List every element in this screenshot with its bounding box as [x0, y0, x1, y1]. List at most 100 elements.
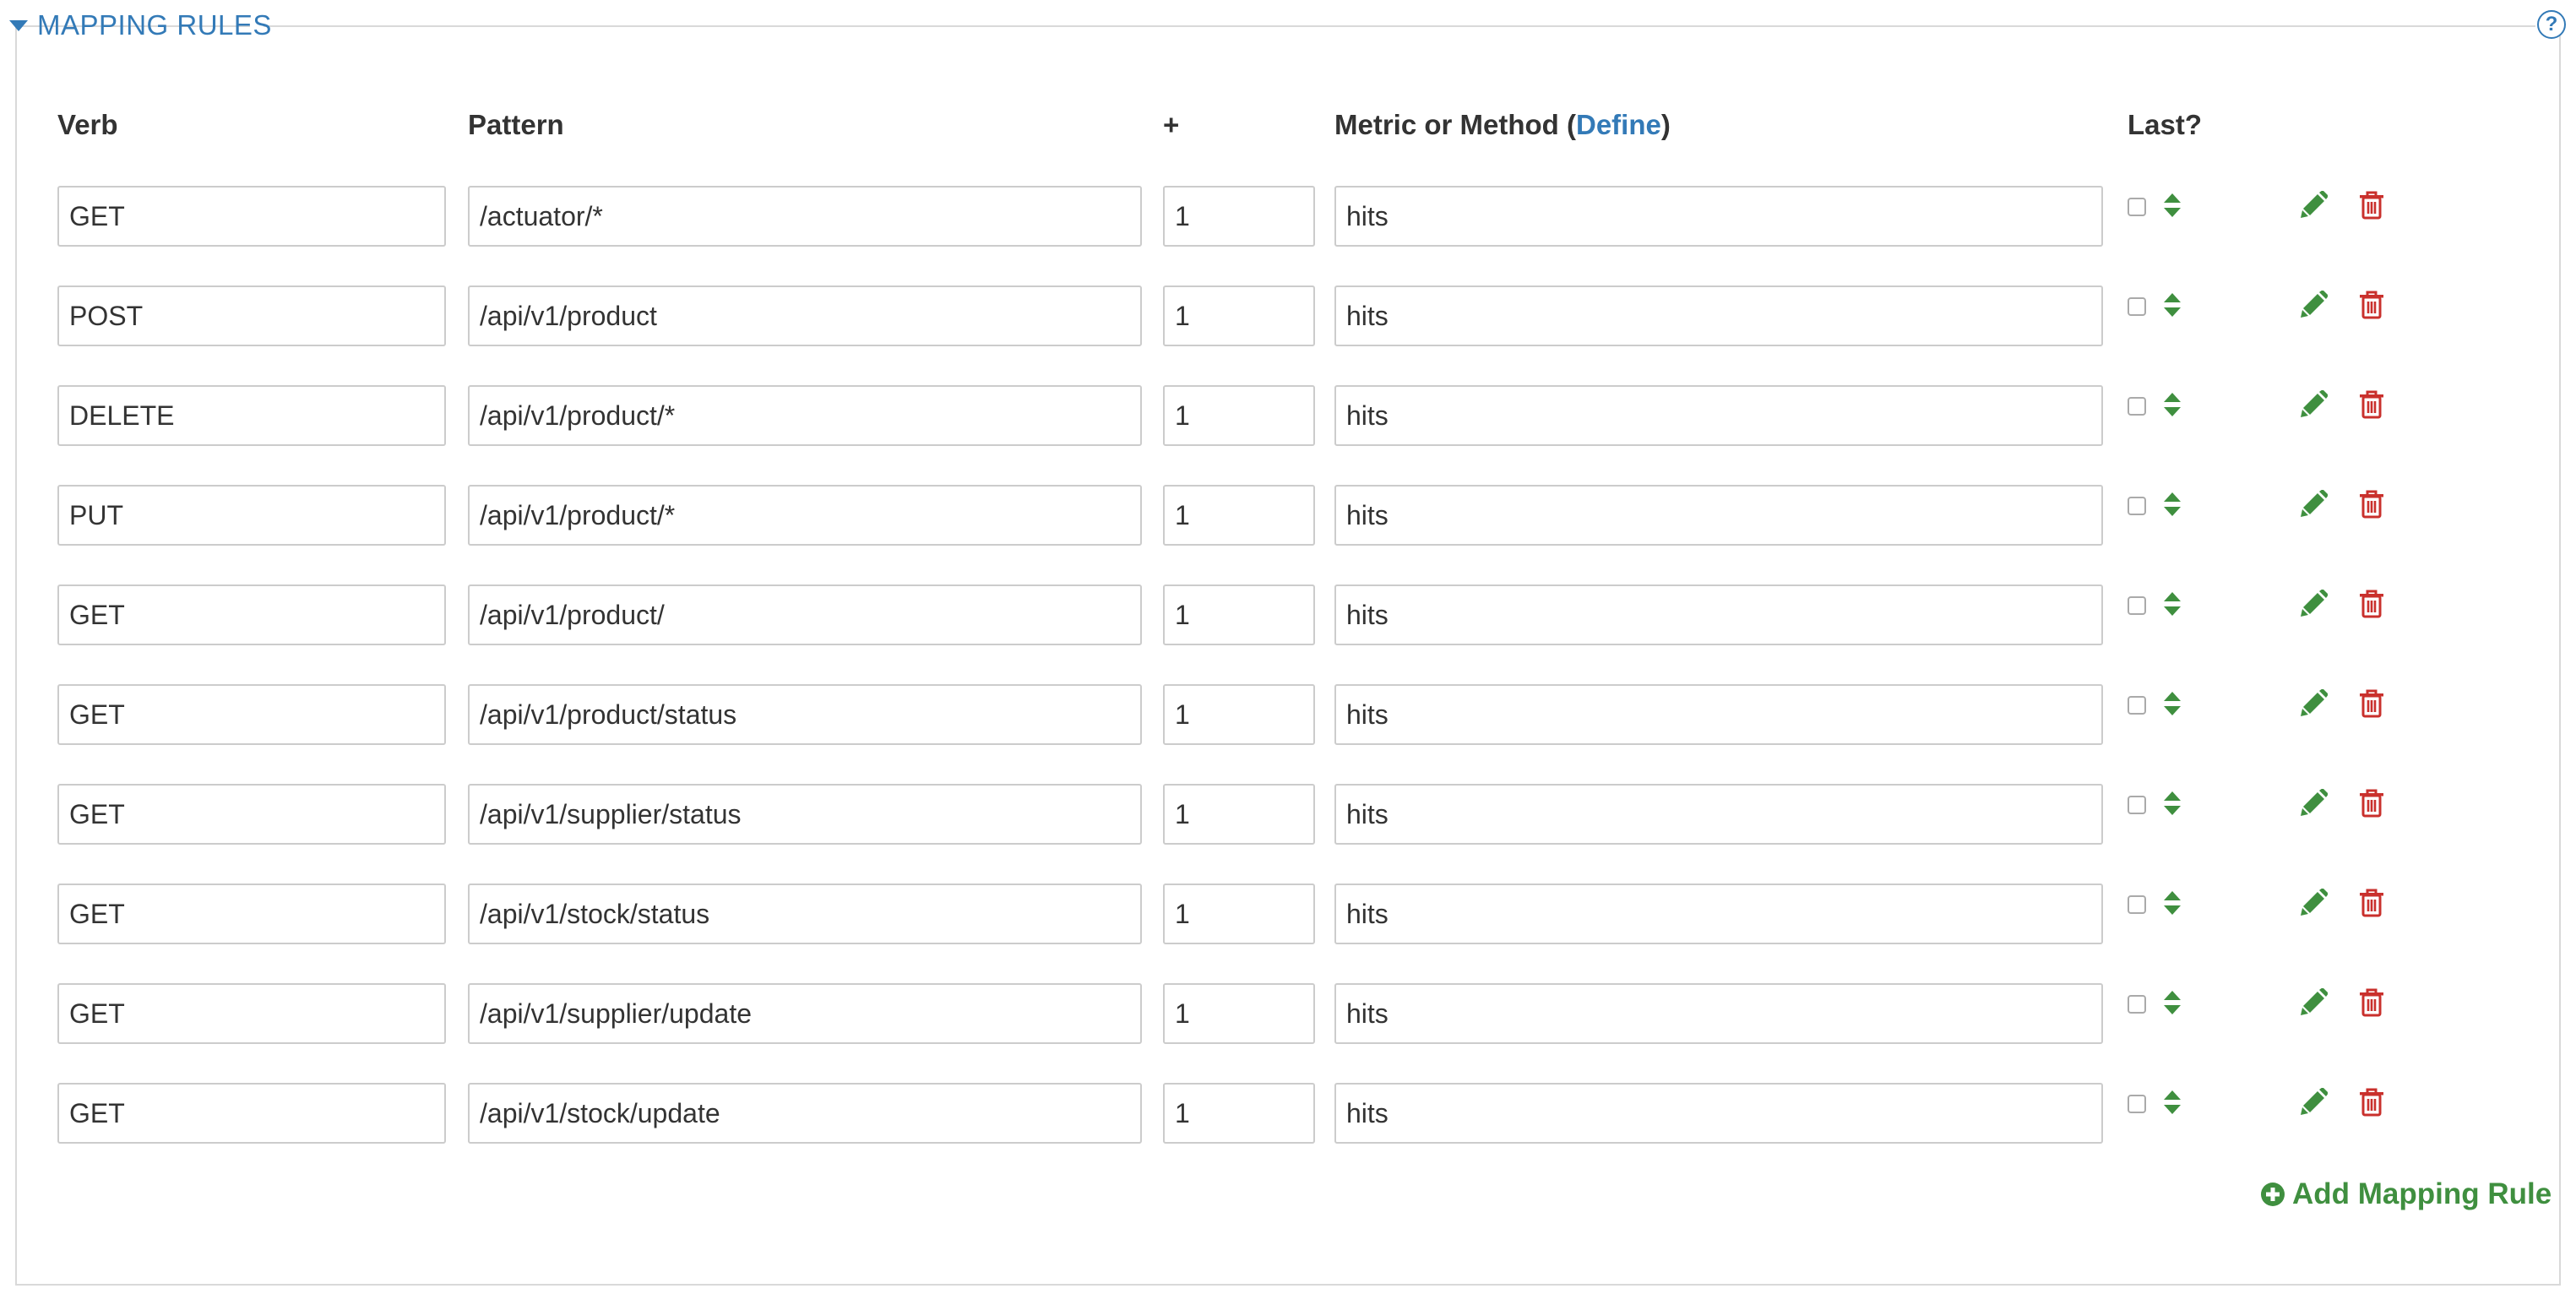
define-link[interactable]: Define: [1576, 109, 1661, 140]
delta-input[interactable]: [1163, 186, 1315, 247]
delta-input[interactable]: [1163, 485, 1315, 546]
metric-input[interactable]: [1334, 884, 2103, 944]
verb-input[interactable]: [57, 385, 446, 446]
pattern-input[interactable]: [468, 784, 1142, 845]
pencil-icon[interactable]: [2299, 1088, 2328, 1117]
pencil-icon[interactable]: [2299, 789, 2328, 818]
verb-input[interactable]: [57, 285, 446, 346]
sort-icon[interactable]: [2162, 890, 2182, 916]
table-row: [0, 584, 2576, 645]
verb-input[interactable]: [57, 884, 446, 944]
trash-icon[interactable]: [2359, 490, 2384, 519]
pencil-icon[interactable]: [2299, 291, 2328, 319]
pattern-input[interactable]: [468, 385, 1142, 446]
header-delta: +: [1163, 109, 1180, 140]
trash-icon[interactable]: [2359, 689, 2384, 718]
last-checkbox[interactable]: [2128, 895, 2146, 914]
metric-input[interactable]: [1334, 584, 2103, 645]
sort-icon[interactable]: [2162, 292, 2182, 318]
metric-input[interactable]: [1334, 385, 2103, 446]
section-toggle[interactable]: MAPPING RULES: [7, 8, 272, 42]
table-row: [0, 186, 2576, 247]
pattern-input[interactable]: [468, 983, 1142, 1044]
pencil-icon[interactable]: [2299, 191, 2328, 220]
pencil-icon[interactable]: [2299, 390, 2328, 419]
header-metric-suffix: ): [1660, 109, 1671, 140]
last-checkbox[interactable]: [2128, 796, 2146, 814]
sort-icon[interactable]: [2162, 392, 2182, 417]
pattern-input[interactable]: [468, 485, 1142, 546]
pencil-icon[interactable]: [2299, 889, 2328, 917]
trash-icon[interactable]: [2359, 390, 2384, 419]
pattern-input[interactable]: [468, 285, 1142, 346]
pencil-icon[interactable]: [2299, 988, 2328, 1017]
table-row: [0, 1083, 2576, 1144]
last-checkbox[interactable]: [2128, 696, 2146, 715]
header-pattern: Pattern: [468, 109, 564, 140]
trash-icon[interactable]: [2359, 191, 2384, 220]
table-row: [0, 784, 2576, 845]
verb-input[interactable]: [57, 186, 446, 247]
delta-input[interactable]: [1163, 684, 1315, 745]
pattern-input[interactable]: [468, 584, 1142, 645]
pattern-input[interactable]: [468, 186, 1142, 247]
add-mapping-rule-button[interactable]: Add Mapping Rule: [2260, 1174, 2552, 1215]
delta-input[interactable]: [1163, 1083, 1315, 1144]
sort-icon[interactable]: [2162, 990, 2182, 1015]
verb-input[interactable]: [57, 684, 446, 745]
pencil-icon[interactable]: [2299, 689, 2328, 718]
last-checkbox[interactable]: [2128, 1095, 2146, 1113]
last-checkbox[interactable]: [2128, 198, 2146, 216]
question-circle-icon[interactable]: ?: [2537, 10, 2566, 39]
trash-icon[interactable]: [2359, 889, 2384, 917]
header-metric: Metric or Method (Define): [1334, 108, 1671, 142]
sort-icon[interactable]: [2162, 1090, 2182, 1115]
metric-input[interactable]: [1334, 285, 2103, 346]
metric-input[interactable]: [1334, 186, 2103, 247]
sort-icon[interactable]: [2162, 193, 2182, 218]
verb-input[interactable]: [57, 983, 446, 1044]
pattern-input[interactable]: [468, 684, 1142, 745]
pattern-input[interactable]: [468, 884, 1142, 944]
delta-input[interactable]: [1163, 884, 1315, 944]
delta-input[interactable]: [1163, 983, 1315, 1044]
sort-icon[interactable]: [2162, 591, 2182, 617]
delta-input[interactable]: [1163, 784, 1315, 845]
trash-icon[interactable]: [2359, 1088, 2384, 1117]
trash-icon[interactable]: [2359, 291, 2384, 319]
header-metric-prefix: Metric or Method (: [1334, 109, 1576, 140]
sort-icon[interactable]: [2162, 791, 2182, 816]
table-row: [0, 485, 2576, 546]
last-checkbox[interactable]: [2128, 596, 2146, 615]
add-mapping-rule-label: Add Mapping Rule: [2292, 1177, 2552, 1210]
metric-input[interactable]: [1334, 983, 2103, 1044]
metric-input[interactable]: [1334, 684, 2103, 745]
verb-input[interactable]: [57, 1083, 446, 1144]
verb-input[interactable]: [57, 485, 446, 546]
pencil-icon[interactable]: [2299, 490, 2328, 519]
sort-icon[interactable]: [2162, 691, 2182, 716]
table-row: [0, 684, 2576, 745]
metric-input[interactable]: [1334, 1083, 2103, 1144]
metric-input[interactable]: [1334, 784, 2103, 845]
last-checkbox[interactable]: [2128, 397, 2146, 416]
verb-input[interactable]: [57, 784, 446, 845]
last-checkbox[interactable]: [2128, 995, 2146, 1014]
trash-icon[interactable]: [2359, 789, 2384, 818]
trash-icon[interactable]: [2359, 590, 2384, 618]
delta-input[interactable]: [1163, 285, 1315, 346]
delta-input[interactable]: [1163, 385, 1315, 446]
plus-circle-icon: [2261, 1183, 2285, 1206]
last-checkbox[interactable]: [2128, 497, 2146, 515]
pencil-icon[interactable]: [2299, 590, 2328, 618]
table-row: [0, 285, 2576, 346]
metric-input[interactable]: [1334, 485, 2103, 546]
last-checkbox[interactable]: [2128, 297, 2146, 316]
verb-input[interactable]: [57, 584, 446, 645]
trash-icon[interactable]: [2359, 988, 2384, 1017]
caret-down-icon: [9, 20, 28, 31]
sort-icon[interactable]: [2162, 492, 2182, 517]
delta-input[interactable]: [1163, 584, 1315, 645]
table-row: [0, 884, 2576, 944]
pattern-input[interactable]: [468, 1083, 1142, 1144]
